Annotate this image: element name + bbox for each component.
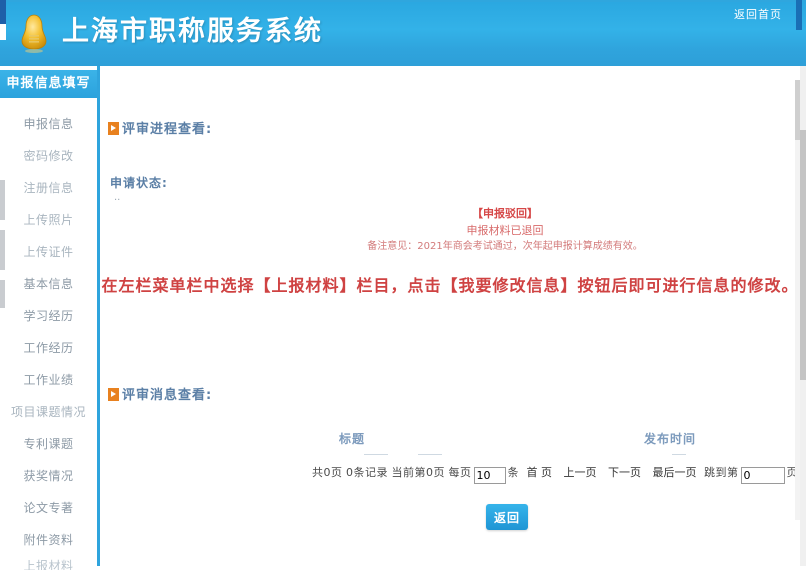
pagination-bar: 共0页 0条记录 当前第0页 每页条 首 页 上一页 下一页 最后一页 跳到第页 [204, 464, 798, 484]
sidebar-item-study-experience[interactable]: 学习经历 [0, 300, 97, 332]
inner-scrollbar-track[interactable] [795, 80, 800, 520]
shield-emblem-icon [17, 13, 51, 53]
sidebar-item-project-topics[interactable]: 项目课题情况 [0, 396, 97, 428]
page-scrollbar-thumb[interactable] [800, 130, 806, 380]
sidebar: 申报信息填写 申报信息 密码修改 注册信息 上传照片 上传证件 基本信息 学习经… [0, 66, 100, 570]
sidebar-item-basic-info[interactable]: 基本信息 [0, 268, 97, 300]
left-edge-stub-1 [0, 180, 5, 220]
return-home-link[interactable]: 返回首页 [734, 6, 782, 22]
status-badge: 【申报驳回】 [472, 207, 538, 220]
sidebar-item-attachments[interactable]: 附件资料 [0, 524, 97, 556]
pager-total-pages-prefix: 共 [312, 466, 324, 479]
message-section-title: 评审消息查看: [108, 384, 212, 403]
pager-current-prefix: 当前第 [391, 466, 426, 479]
sidebar-menu: 申报信息 密码修改 注册信息 上传照片 上传证件 基本信息 学习经历 工作经历 … [0, 108, 97, 570]
status-message: 申报材料已退回 [466, 224, 544, 237]
pager-current-page: 0 [426, 466, 434, 479]
pager-records-unit: 条记录 [353, 466, 388, 479]
table-divider-2 [418, 454, 442, 455]
left-edge-stub-3 [0, 280, 5, 308]
message-table: 标题 发布时间 [204, 430, 794, 455]
arrow-bullet-icon [108, 122, 119, 135]
sidebar-item-awards[interactable]: 获奖情况 [0, 460, 97, 492]
application-status-dots: .. [114, 192, 121, 203]
pager-current-unit: 页 [433, 466, 445, 479]
sidebar-item-upload-certificate[interactable]: 上传证件 [0, 236, 97, 268]
jump-page-input[interactable] [740, 467, 785, 484]
sidebar-item-papers[interactable]: 论文专著 [0, 492, 97, 524]
status-remark: 备注意见：2021年商会考试通过，次年起申报计算成绩有效。 [367, 241, 643, 252]
pager-first-link[interactable]: 首 页 [527, 466, 553, 479]
inner-scrollbar-thumb[interactable] [795, 80, 800, 140]
pager-per-page-unit: 条 [507, 466, 519, 479]
site-title: 上海市职称服务系统 [62, 16, 323, 47]
sidebar-item-patent-topics[interactable]: 专利课题 [0, 428, 97, 460]
progress-section-title-text: 评审进程查看: [122, 122, 213, 137]
pager-per-page-prefix: 每页 [448, 466, 472, 479]
content-left-gutter [92, 66, 98, 566]
application-status-label: 申请状态: [110, 176, 168, 190]
pager-pages-unit: 页 [331, 466, 343, 479]
arrow-bullet-icon-2 [108, 388, 119, 401]
pager-next-link[interactable]: 下一页 [608, 466, 641, 479]
sidebar-item-submit-materials[interactable]: 上报材料 [0, 556, 97, 570]
progress-section-title: 评审进程查看: [108, 118, 212, 137]
header-left-accent-secondary [0, 24, 6, 40]
application-status-box: 【申报驳回】 申报材料已退回 备注意见：2021年商会考试通过，次年起申报计算成… [220, 206, 790, 255]
header-left-accent [0, 0, 6, 24]
sidebar-item-declaration-info[interactable]: 申报信息 [0, 108, 97, 140]
table-divider-3 [672, 454, 686, 455]
sidebar-item-upload-photo[interactable]: 上传照片 [0, 204, 97, 236]
pager-last-link[interactable]: 最后一页 [653, 466, 697, 479]
page-header: 上海市职称服务系统 返回首页 [0, 0, 806, 66]
column-header-title: 标题 [339, 432, 366, 446]
main-content: 评审进程查看: 申请状态: .. 【申报驳回】 申报材料已退回 备注意见：202… [100, 66, 800, 566]
pager-prev-link[interactable]: 上一页 [564, 466, 597, 479]
pager-jump-prefix: 跳到第 [704, 466, 739, 479]
column-header-publish-time: 发布时间 [644, 432, 697, 446]
sidebar-item-work-performance[interactable]: 工作业绩 [0, 364, 97, 396]
message-section-title-text: 评审消息查看: [122, 388, 213, 403]
message-table-header: 标题 发布时间 [204, 430, 794, 452]
pager-total-pages: 0 [323, 466, 331, 479]
sidebar-item-work-experience[interactable]: 工作经历 [0, 332, 97, 364]
back-button[interactable]: 返回 [486, 504, 528, 530]
per-page-input[interactable] [473, 467, 506, 484]
header-right-accent [796, 0, 802, 30]
header-top-strip [0, 0, 806, 2]
pager-total-records: 0 [346, 466, 354, 479]
sidebar-item-password-change[interactable]: 密码修改 [0, 140, 97, 172]
left-edge-stub-2 [0, 230, 5, 270]
status-instruction: 在左栏菜单栏中选择【上报材料】栏目，点击【我要修改信息】按钮后即可进行信息的修改… [101, 276, 799, 295]
sidebar-item-register-info[interactable]: 注册信息 [0, 172, 97, 204]
sidebar-heading: 申报信息填写 [0, 70, 97, 98]
table-divider-1 [364, 454, 388, 455]
